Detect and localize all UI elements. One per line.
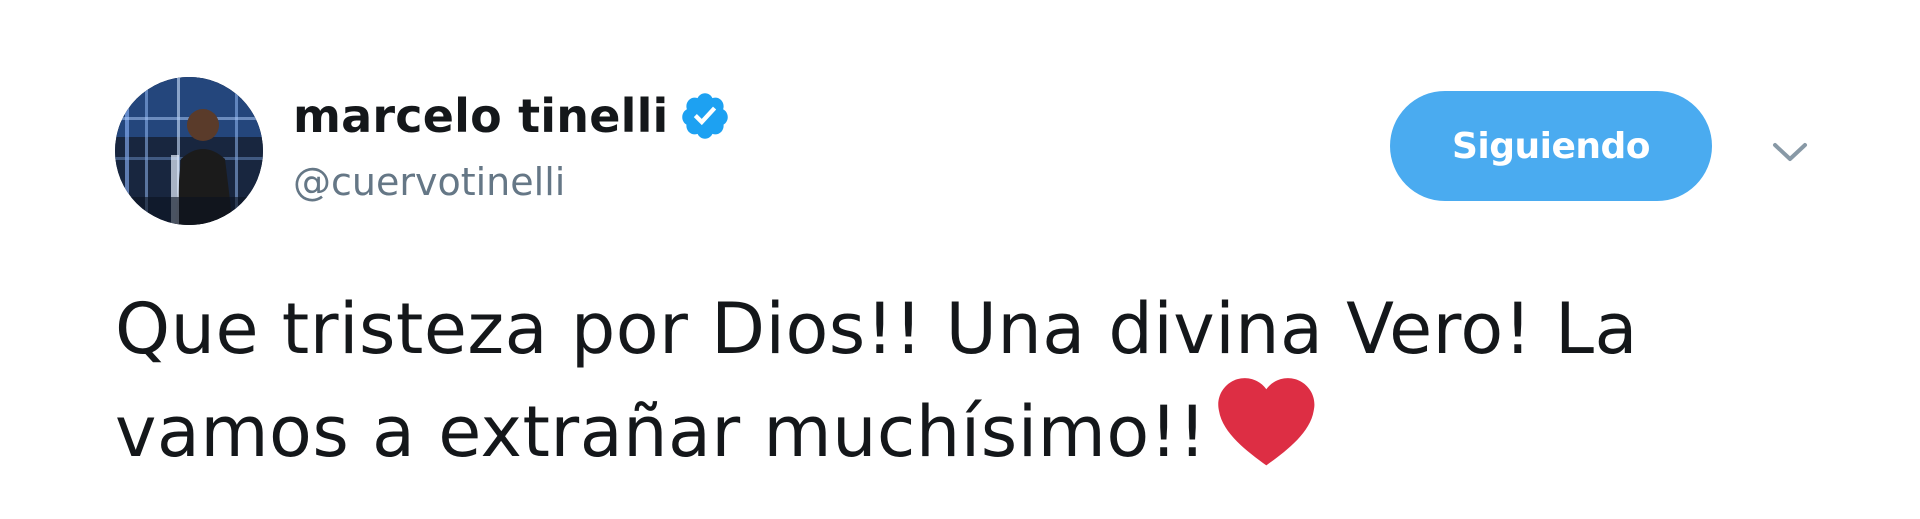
tweet-text: Que tristeza por Dios!! Una divina Vero!… bbox=[115, 283, 1815, 479]
username-handle[interactable]: @cuervotinelli bbox=[293, 160, 731, 204]
verified-badge-icon bbox=[681, 93, 728, 139]
avatar[interactable] bbox=[115, 77, 263, 225]
following-button[interactable]: Siguiendo bbox=[1390, 91, 1712, 201]
chevron-down-icon[interactable] bbox=[1770, 137, 1810, 167]
tweet-card: marcelo tinelli @cuervotinelli Siguiendo… bbox=[0, 0, 1920, 519]
tweet-text-line-1: Que tristeza por Dios!! Una divina Vero!… bbox=[115, 288, 1638, 370]
profile-photo bbox=[115, 77, 263, 225]
user-info: marcelo tinelli @cuervotinelli bbox=[293, 86, 731, 204]
red-heart-icon bbox=[1218, 378, 1315, 466]
display-name[interactable]: marcelo tinelli bbox=[293, 89, 669, 143]
name-row: marcelo tinelli bbox=[293, 86, 731, 146]
tweet-text-line-2: vamos a extrañar muchísimo!! bbox=[115, 391, 1207, 473]
